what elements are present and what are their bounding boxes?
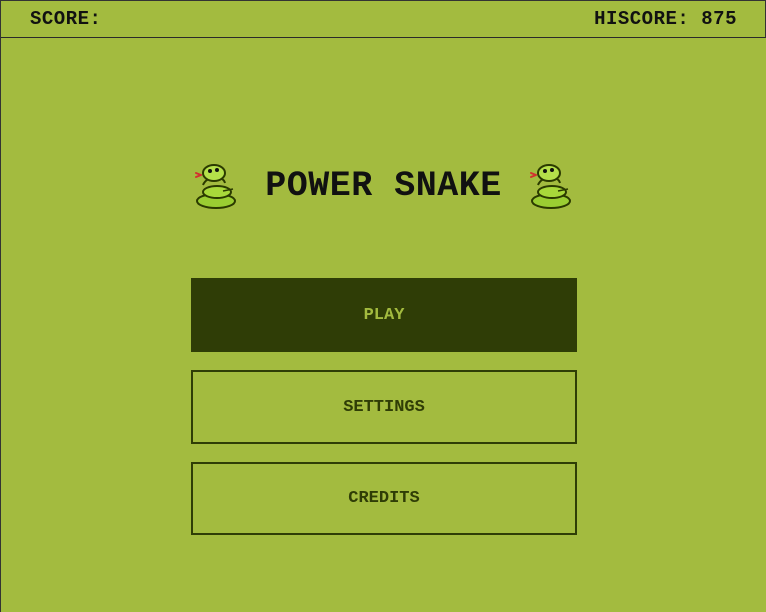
title-text: POWER SNAKE: [265, 166, 502, 206]
game-screen: SCORE: HISCORE: 875 POWER SNAKE PLAY SET…: [0, 0, 766, 612]
credits-button[interactable]: CREDITS: [191, 462, 577, 535]
hiscore-value: 875: [701, 8, 737, 30]
score-group: SCORE:: [30, 8, 113, 30]
settings-button[interactable]: SETTINGS: [191, 370, 577, 444]
hiscore-label: HISCORE:: [594, 8, 690, 30]
snake-icon: [195, 164, 237, 209]
play-button[interactable]: PLAY: [191, 278, 577, 352]
hiscore-group: HISCORE: 875: [594, 8, 737, 30]
score-bar: SCORE: HISCORE: 875: [1, 0, 766, 38]
score-label: SCORE:: [30, 8, 102, 30]
game-title: POWER SNAKE: [1, 155, 766, 217]
snake-icon: [529, 164, 571, 209]
